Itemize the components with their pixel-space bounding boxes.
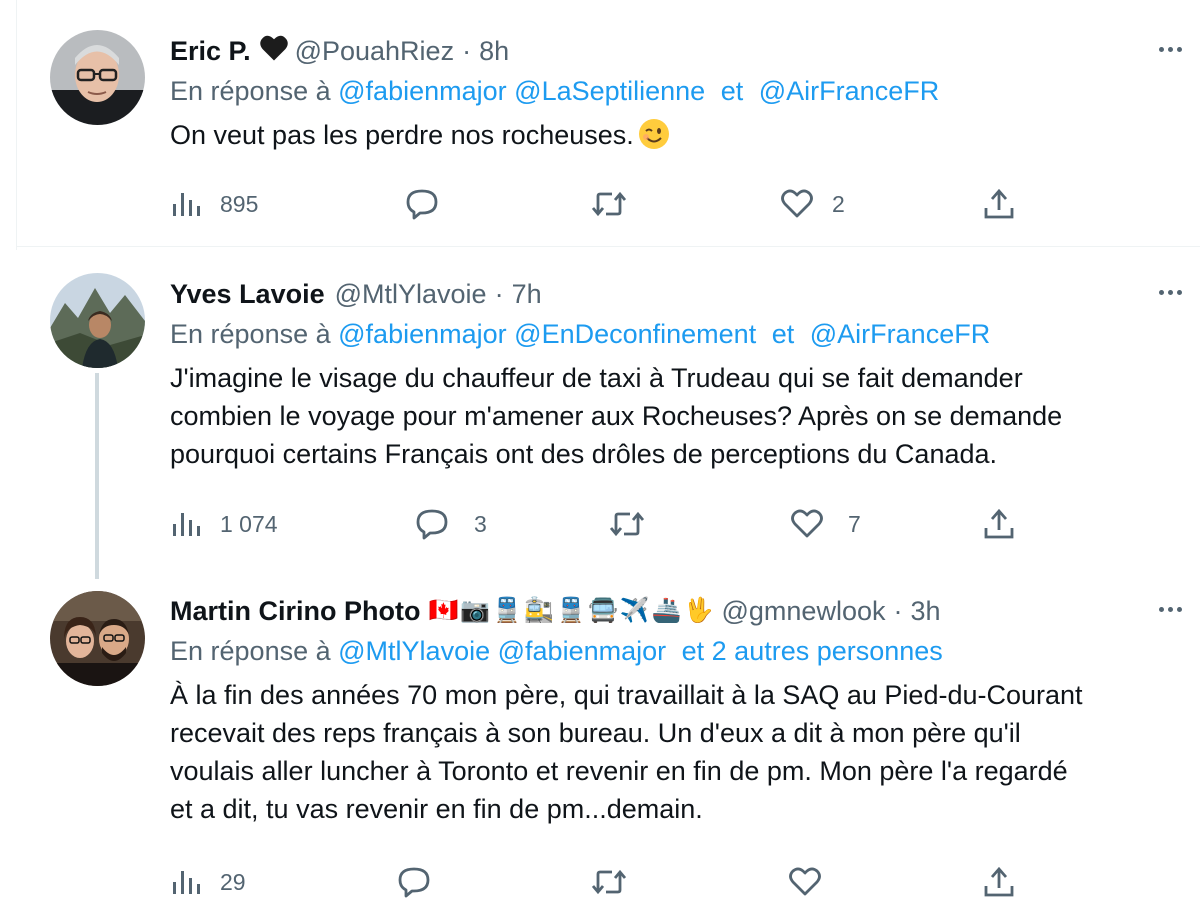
reply-context: En réponse à @MtlYlavoie @fabienmajor et… xyxy=(170,636,1170,670)
heart-icon xyxy=(788,867,822,897)
speech-bubble-icon xyxy=(396,866,432,898)
ship-icon: 🚢 xyxy=(651,597,682,624)
train-icon: 🚆 xyxy=(492,597,523,624)
share-icon xyxy=(982,508,1016,540)
more-dots-icon[interactable] xyxy=(1150,592,1190,626)
tweet-1[interactable]: Eric P. @PouahRiez · 8h En réponse à @fa… xyxy=(0,0,1200,246)
action-bar: 895 2 xyxy=(170,184,1030,224)
retweet-button[interactable] xyxy=(608,504,664,544)
views-button[interactable]: 29 xyxy=(170,862,246,902)
views-count: 29 xyxy=(220,868,246,895)
mention-link[interactable]: et 2 autres personnes xyxy=(682,636,943,666)
retweet-button[interactable] xyxy=(590,862,646,902)
bar-chart-icon xyxy=(170,868,202,896)
like-count: 2 xyxy=(832,190,845,217)
train-icon: 🚆 xyxy=(556,597,586,624)
reply-conjunction: et xyxy=(771,319,795,349)
more-dots-icon[interactable] xyxy=(1150,32,1190,66)
share-icon xyxy=(982,188,1016,220)
mention-link[interactable]: @LaSeptilienne xyxy=(514,76,705,106)
share-button[interactable] xyxy=(982,862,1016,902)
separator-dot: · xyxy=(462,35,472,66)
tweet-text: J'imagine le visage du chauffeur de taxi… xyxy=(170,363,1063,469)
display-name[interactable]: Martin Cirino Photo xyxy=(170,596,420,627)
airplane-icon: ✈️ xyxy=(619,597,650,624)
reply-button[interactable]: 3 xyxy=(414,504,487,544)
share-icon xyxy=(982,866,1016,898)
reply-button[interactable] xyxy=(404,184,458,224)
camera-icon: 📷 xyxy=(460,597,491,624)
display-name[interactable]: Eric P. xyxy=(170,36,251,67)
thread-line xyxy=(95,373,99,579)
views-button[interactable]: 895 xyxy=(170,184,258,224)
reply-context: En réponse à @fabienmajor @EnDeconfineme… xyxy=(170,319,1170,353)
tweet-header: Martin Cirino Photo 🇨🇦 📷 🚆 🚉 🚆 🚍 ✈️ 🚢 🖖 … xyxy=(170,594,1170,628)
reply-prefix: En réponse à xyxy=(170,76,331,106)
display-name[interactable]: Yves Lavoie xyxy=(170,279,325,310)
share-button[interactable] xyxy=(982,184,1016,224)
handle[interactable]: @MtlYlavoie xyxy=(335,279,487,310)
retweet-icon xyxy=(608,509,646,539)
station-icon: 🚉 xyxy=(524,597,555,624)
vulcan-salute-icon: 🖖 xyxy=(683,597,714,624)
views-count: 1 074 xyxy=(220,510,278,537)
reply-button[interactable] xyxy=(396,862,450,902)
bar-chart-icon xyxy=(170,510,202,538)
tweet-text: On veut pas les perdre nos rocheuses. xyxy=(170,116,1170,154)
handle[interactable]: @gmnewlook xyxy=(722,596,886,627)
mention-link[interactable]: @AirFranceFR xyxy=(810,319,990,349)
mention-link[interactable]: @fabienmajor xyxy=(498,636,667,666)
avatar[interactable] xyxy=(50,30,145,125)
canada-flag-icon: 🇨🇦 xyxy=(428,597,459,624)
winking-face-icon xyxy=(638,118,670,150)
avatar[interactable] xyxy=(50,273,145,368)
reply-context: En réponse à @fabienmajor @LaSeptilienne… xyxy=(170,76,1170,110)
views-button[interactable]: 1 074 xyxy=(170,504,278,544)
like-button[interactable]: 2 xyxy=(780,184,845,224)
avatar[interactable] xyxy=(50,591,145,686)
like-button[interactable] xyxy=(788,862,840,902)
mention-link[interactable]: @fabienmajor xyxy=(338,76,507,106)
more-dots-icon[interactable] xyxy=(1150,275,1190,309)
mention-link[interactable]: @fabienmajor xyxy=(338,319,507,349)
reply-prefix: En réponse à xyxy=(170,319,331,349)
timestamp[interactable]: 8h xyxy=(479,36,509,67)
tweet-text-content: On veut pas les perdre nos rocheuses. xyxy=(170,120,634,150)
tweet-header: Eric P. @PouahRiez · 8h xyxy=(170,34,1170,68)
bar-chart-icon xyxy=(170,190,202,218)
separator-dot: · xyxy=(494,278,504,309)
speech-bubble-icon xyxy=(414,508,450,540)
heart-icon xyxy=(780,189,814,219)
reply-prefix: En réponse à xyxy=(170,636,331,666)
tweet-3[interactable]: Martin Cirino Photo 🇨🇦 📷 🚆 🚉 🚆 🚍 ✈️ 🚢 🖖 … xyxy=(0,580,1200,920)
retweet-icon xyxy=(590,867,628,897)
action-bar: 29 xyxy=(170,862,1030,902)
share-button[interactable] xyxy=(982,504,1016,544)
black-heart-icon xyxy=(259,34,289,69)
timestamp[interactable]: 3h xyxy=(910,596,940,627)
action-bar: 1 074 3 7 xyxy=(170,504,1030,544)
reply-conjunction: et xyxy=(720,76,744,106)
mention-link[interactable]: @AirFranceFR xyxy=(759,76,939,106)
timestamp[interactable]: 7h xyxy=(512,279,542,310)
mention-link[interactable]: @EnDeconfinement xyxy=(514,319,756,349)
tweet-header: Yves Lavoie @MtlYlavoie · 7h xyxy=(170,277,1170,311)
like-count: 7 xyxy=(848,510,861,537)
tweet-2[interactable]: Yves Lavoie @MtlYlavoie · 7h En réponse … xyxy=(0,247,1200,580)
bus-icon: 🚍 xyxy=(587,597,618,624)
retweet-icon xyxy=(590,189,628,219)
reply-count: 3 xyxy=(474,510,487,537)
tweet-text: À la fin des années 70 mon père, qui tra… xyxy=(170,680,1083,824)
mention-link[interactable]: @MtlYlavoie xyxy=(338,636,490,666)
retweet-button[interactable] xyxy=(590,184,646,224)
handle[interactable]: @PouahRiez xyxy=(295,36,455,67)
speech-bubble-icon xyxy=(404,188,440,220)
heart-icon xyxy=(790,509,824,539)
views-count: 895 xyxy=(220,190,259,217)
like-button[interactable]: 7 xyxy=(790,504,861,544)
name-emoji-row: 🇨🇦 📷 🚆 🚉 🚆 🚍 ✈️ 🚢 🖖 xyxy=(428,599,713,623)
separator-dot: · xyxy=(893,595,903,626)
